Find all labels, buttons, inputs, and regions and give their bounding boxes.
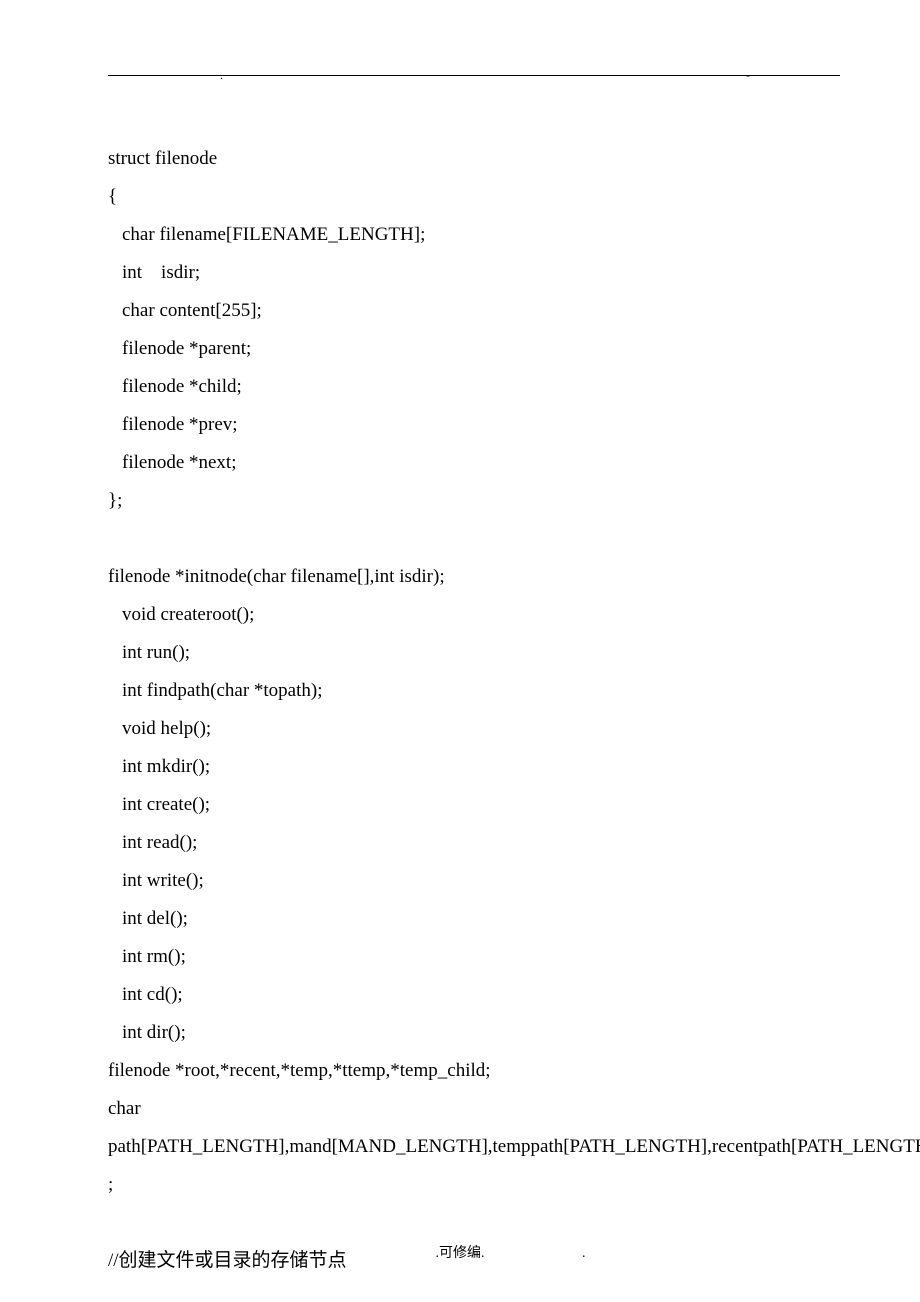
code-line: int cd(); xyxy=(108,976,812,1014)
code-line: int read(); xyxy=(108,824,812,862)
blank-line xyxy=(108,520,812,558)
code-line: int mkdir(); xyxy=(108,748,812,786)
code-line: int create(); xyxy=(108,786,812,824)
code-line: int findpath(char *topath); xyxy=(108,672,812,710)
code-line: char content[255]; xyxy=(108,292,812,330)
code-line: filenode *initnode(char filename[],int i… xyxy=(108,558,812,596)
code-line: }; xyxy=(108,482,812,520)
code-line: char xyxy=(108,1090,812,1128)
code-line: int del(); xyxy=(108,900,812,938)
code-line: ; xyxy=(108,1166,812,1204)
code-line: char filename[FILENAME_LENGTH]; xyxy=(108,216,812,254)
code-line: int write(); xyxy=(108,862,812,900)
code-line: void createroot(); xyxy=(108,596,812,634)
footer-text: .可修编. xyxy=(436,1246,485,1261)
page-footer: . .可修编. . xyxy=(0,1242,920,1262)
blank-line xyxy=(108,1204,812,1242)
code-line: struct filenode xyxy=(108,140,812,178)
footer-dot: . xyxy=(335,1246,339,1261)
code-line: { xyxy=(108,178,812,216)
code-line: int isdir; xyxy=(108,254,812,292)
code-line: filenode *prev; xyxy=(108,406,812,444)
header-rule xyxy=(108,75,840,76)
code-line: int rm(); xyxy=(108,938,812,976)
footer-dot: . xyxy=(582,1246,586,1261)
code-content: struct filenode { char filename[FILENAME… xyxy=(108,140,812,1280)
code-line: void help(); xyxy=(108,710,812,748)
code-line: int run(); xyxy=(108,634,812,672)
code-line: filenode *child; xyxy=(108,368,812,406)
code-line: filenode *next; xyxy=(108,444,812,482)
code-line: path[PATH_LENGTH],mand[MAND_LENGTH],temp… xyxy=(108,1128,812,1166)
code-line: filenode *root,*recent,*temp,*ttemp,*tem… xyxy=(108,1052,812,1090)
code-line: int dir(); xyxy=(108,1014,812,1052)
code-line: filenode *parent; xyxy=(108,330,812,368)
document-page: . - struct filenode { char filename[FILE… xyxy=(0,0,920,1302)
